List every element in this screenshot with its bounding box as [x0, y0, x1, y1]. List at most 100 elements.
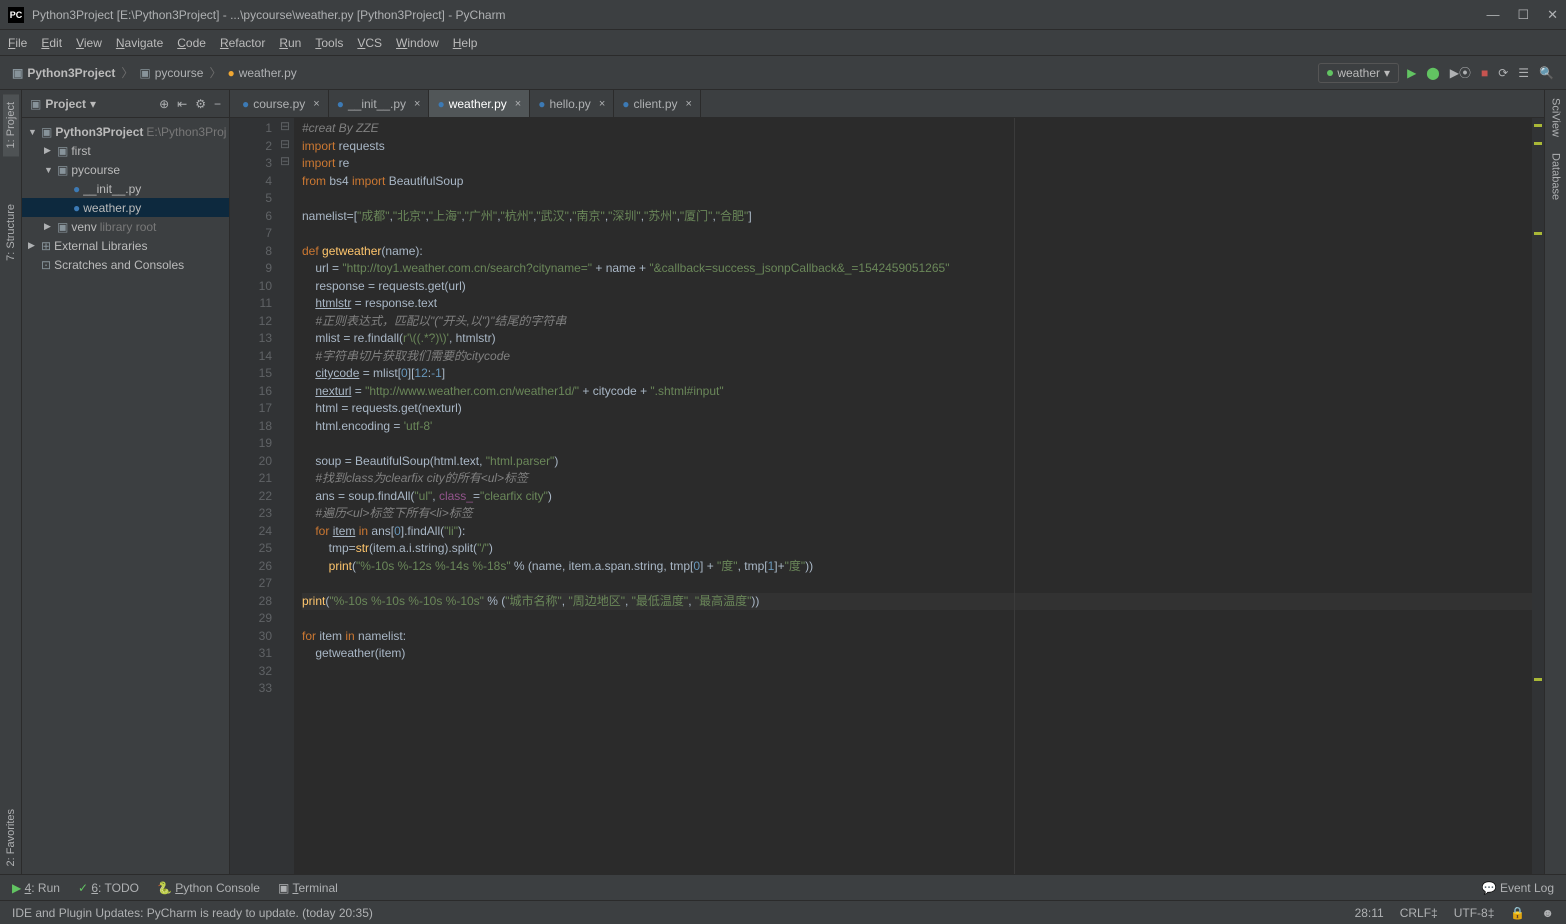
gear-icon[interactable]: ⚙ [195, 97, 206, 111]
close-tab-icon[interactable]: × [313, 98, 319, 110]
code-line[interactable]: mlist = re.findall(r'\((.*?)\)', htmlstr… [302, 330, 1532, 348]
minimize-icon[interactable]: — [1486, 7, 1499, 23]
menu-edit[interactable]: Edit [41, 36, 62, 50]
code-line[interactable]: for item in ans[0].findAll("li"): [302, 523, 1532, 541]
close-tab-icon[interactable]: × [686, 98, 692, 110]
menu-file[interactable]: File [8, 36, 27, 50]
code-line[interactable]: from bs4 import BeautifulSoup [302, 173, 1532, 191]
bottom-tool-pythonconsole[interactable]: 🐍 Python Console [157, 881, 260, 895]
structure-icon[interactable]: ☰ [1518, 66, 1529, 80]
update-icon[interactable]: ⟳ [1498, 66, 1508, 80]
tree-node[interactable]: ▼▣ pycourse [22, 160, 229, 179]
code-line[interactable]: ans = soup.findAll("ul", class_="clearfi… [302, 488, 1532, 506]
line-separator[interactable]: CRLF‡ [1400, 906, 1438, 920]
editor-tab[interactable]: ●client.py× [614, 90, 701, 117]
menu-refactor[interactable]: Refactor [220, 36, 265, 50]
tool-window-tab[interactable]: Database [1548, 145, 1564, 208]
tool-window-tab[interactable]: 2: Favorites [3, 801, 19, 874]
tool-window-tab[interactable]: 1: Project [3, 94, 19, 156]
breadcrumb: ▣ Python3Project〉▣ pycourse〉● weather.py [12, 64, 1318, 81]
code-line[interactable]: citycode = mlist[0][12:-1] [302, 365, 1532, 383]
menu-view[interactable]: View [76, 36, 102, 50]
code-line[interactable]: def getweather(name): [302, 243, 1532, 261]
target-icon[interactable]: ⊕ [159, 97, 169, 111]
tool-window-tab[interactable]: 7: Structure [3, 196, 19, 269]
project-icon: ▣ [30, 97, 41, 111]
bottom-tool-terminal[interactable]: ▣ Terminal [278, 881, 338, 895]
code-line[interactable]: print("%-10s %-10s %-10s %-10s" % ("城市名称… [302, 593, 1532, 611]
debug-icon[interactable]: ⬤ [1426, 66, 1439, 80]
editor-tab[interactable]: ●__init__.py× [329, 90, 430, 117]
tree-node[interactable]: ▶⊞ External Libraries [22, 236, 229, 255]
code-line[interactable]: #遍历<ul>标签下所有<li>标签 [302, 505, 1532, 523]
menubar: File Edit View Navigate Code Refactor Run Tools… [0, 30, 1566, 56]
tool-window-tab[interactable]: SciView [1548, 90, 1564, 145]
menu-navigate[interactable]: Navigate [116, 36, 163, 50]
code-line[interactable] [302, 663, 1532, 681]
breadcrumb-item[interactable]: ● weather.py [227, 66, 296, 80]
code-line[interactable]: getweather(item) [302, 645, 1532, 663]
menu-tools[interactable]: Tools [315, 36, 343, 50]
menu-vcs[interactable]: VCS [357, 36, 382, 50]
code-line[interactable]: response = requests.get(url) [302, 278, 1532, 296]
coverage-icon[interactable]: ▶⦿ [1450, 64, 1471, 81]
chevron-down-icon[interactable]: ▾ [90, 97, 96, 111]
code-line[interactable]: #找到class为clearfix city的所有<ul>标签 [302, 470, 1532, 488]
event-log-button[interactable]: 💬 Event Log [1482, 881, 1554, 895]
tree-node[interactable]: ▶▣ first [22, 141, 229, 160]
menu-run[interactable]: Run [279, 36, 301, 50]
editor-tab[interactable]: ●hello.py× [530, 90, 614, 117]
close-tab-icon[interactable]: × [515, 98, 521, 110]
tree-node[interactable]: ⊡ Scratches and Consoles [22, 255, 229, 274]
maximize-icon[interactable]: ☐ [1517, 7, 1529, 23]
code-line[interactable]: tmp=str(item.a.i.string).split("/") [302, 540, 1532, 558]
menu-help[interactable]: Help [453, 36, 478, 50]
file-encoding[interactable]: UTF-8‡ [1454, 906, 1495, 920]
close-icon[interactable]: ✕ [1547, 7, 1558, 23]
code-line[interactable] [302, 190, 1532, 208]
code-line[interactable] [302, 435, 1532, 453]
run-icon[interactable]: ▶ [1407, 66, 1416, 80]
code-line[interactable]: htmlstr = response.text [302, 295, 1532, 313]
bottom-tool-todo[interactable]: ✓ 6: TODO [78, 881, 139, 895]
code-line[interactable]: #字符串切片获取我们需要的citycode [302, 348, 1532, 366]
code-line[interactable]: html = requests.get(nexturl) [302, 400, 1532, 418]
breadcrumb-item[interactable]: ▣ Python3Project [12, 66, 115, 80]
hide-icon[interactable]: − [214, 97, 221, 111]
editor-tab[interactable]: ●weather.py× [429, 90, 530, 117]
code-line[interactable]: print("%-10s %-12s %-14s %-18s" % (name,… [302, 558, 1532, 576]
bottom-tool-run[interactable]: ▶ 4: Run [12, 881, 60, 895]
run-config-selector[interactable]: weather ▾ [1318, 63, 1399, 83]
tree-node[interactable]: ▶▣ venv library root [22, 217, 229, 236]
code-line[interactable]: url = "http://toy1.weather.com.cn/search… [302, 260, 1532, 278]
error-stripe[interactable] [1532, 118, 1544, 874]
code-line[interactable] [302, 680, 1532, 698]
code-line[interactable] [302, 225, 1532, 243]
search-icon[interactable]: 🔍 [1539, 66, 1554, 80]
code-line[interactable]: namelist=["成都","北京","上海","广州","杭州","武汉",… [302, 208, 1532, 226]
code-line[interactable]: #creat By ZZE [302, 120, 1532, 138]
code-line[interactable]: import requests [302, 138, 1532, 156]
code-line[interactable]: soup = BeautifulSoup(html.text, "html.pa… [302, 453, 1532, 471]
code-line[interactable]: #正则表达式，匹配以"("开头,以")"结尾的字符串 [302, 313, 1532, 331]
code-line[interactable]: nexturl = "http://www.weather.com.cn/wea… [302, 383, 1532, 401]
close-tab-icon[interactable]: × [599, 98, 605, 110]
code-line[interactable]: import re [302, 155, 1532, 173]
code-line[interactable] [302, 575, 1532, 593]
code-line[interactable]: for item in namelist: [302, 628, 1532, 646]
code-line[interactable] [302, 610, 1532, 628]
editor-tab[interactable]: ●course.py× [234, 90, 329, 117]
run-config-icon [1327, 70, 1333, 76]
tree-node[interactable]: ● weather.py [22, 198, 229, 217]
code-line[interactable]: html.encoding = 'utf-8' [302, 418, 1532, 436]
lock-icon[interactable]: 🔒 [1510, 906, 1525, 920]
breadcrumb-item[interactable]: ▣ pycourse [139, 66, 203, 80]
menu-window[interactable]: Window [396, 36, 439, 50]
tree-node[interactable]: ▼▣ Python3Project E:\Python3Proj [22, 122, 229, 141]
collapse-icon[interactable]: ⇤ [177, 97, 187, 111]
stop-icon[interactable]: ■ [1481, 66, 1488, 80]
close-tab-icon[interactable]: × [414, 98, 420, 110]
hector-icon[interactable]: ☻ [1541, 906, 1554, 920]
tree-node[interactable]: ● __init__.py [22, 179, 229, 198]
menu-code[interactable]: Code [177, 36, 206, 50]
